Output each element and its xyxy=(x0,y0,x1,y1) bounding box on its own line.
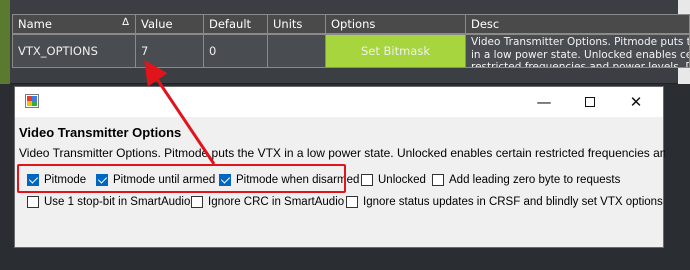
param-units-cell xyxy=(268,34,326,68)
checkbox-leading-zero-byte-label: Add leading zero byte to requests xyxy=(449,174,621,186)
checkbox-unlocked[interactable]: Unlocked xyxy=(361,174,426,186)
checkbox-unlocked-label: Unlocked xyxy=(378,174,426,186)
column-header-value-label: Value xyxy=(141,17,173,31)
checkbox-leading-zero-byte[interactable]: Add leading zero byte to requests xyxy=(432,174,620,186)
checkbox-one-stop-bit-box[interactable] xyxy=(27,196,39,208)
column-header-value[interactable]: Value xyxy=(136,14,204,34)
minimize-button[interactable]: — xyxy=(521,87,567,117)
checkbox-ignore-crsf-status-label: Ignore status updates in CRSF and blindl… xyxy=(363,196,663,208)
sort-icon: ∆ xyxy=(122,17,129,28)
close-icon: ✕ xyxy=(629,93,643,111)
set-bitmask-label: Set Bitmask xyxy=(360,44,431,58)
annotation-highlight-box xyxy=(17,164,346,193)
checkbox-ignore-crsf-status-box[interactable] xyxy=(346,196,358,208)
param-default: 0 xyxy=(209,44,217,58)
dialog-titlebar[interactable]: — ✕ xyxy=(15,87,663,117)
param-value: 7 xyxy=(141,44,149,58)
minimize-icon: — xyxy=(536,93,552,111)
checkbox-leading-zero-byte-box[interactable] xyxy=(432,174,444,186)
column-header-options[interactable]: Options xyxy=(326,14,466,34)
checkbox-unlocked-box[interactable] xyxy=(361,174,373,186)
param-default-cell: 0 xyxy=(204,34,268,68)
checkbox-ignore-crc-label: Ignore CRC in SmartAudio xyxy=(208,196,345,208)
param-desc-cell: Video Transmitter Options. Pitmode puts … xyxy=(466,34,690,68)
param-value-cell[interactable]: 7 xyxy=(136,34,204,68)
column-header-name[interactable]: Name ∆ xyxy=(12,14,136,34)
grid-header: Name ∆ Value Default Units Options Desc xyxy=(12,14,690,34)
checkbox-ignore-crsf-status[interactable]: Ignore status updates in CRSF and blindl… xyxy=(346,196,663,208)
param-name-cell: VTX_OPTIONS xyxy=(12,34,136,68)
dialog-description: Video Transmitter Options. Pitmode puts … xyxy=(19,146,665,160)
maximize-button[interactable] xyxy=(567,87,613,117)
checkbox-one-stop-bit[interactable]: Use 1 stop-bit in SmartAudio xyxy=(27,196,190,208)
left-edge-strip xyxy=(0,0,10,84)
column-header-units-label: Units xyxy=(273,17,303,31)
param-desc: Video Transmitter Options. Pitmode puts … xyxy=(471,36,689,68)
param-name: VTX_OPTIONS xyxy=(18,44,98,58)
parameter-grid: Name ∆ Value Default Units Options Desc … xyxy=(0,0,690,84)
column-header-default-label: Default xyxy=(209,17,252,31)
checkbox-one-stop-bit-label: Use 1 stop-bit in SmartAudio xyxy=(44,196,191,208)
set-bitmask-button[interactable]: Set Bitmask xyxy=(326,34,466,68)
checkbox-ignore-crc-box[interactable] xyxy=(191,196,203,208)
column-header-desc[interactable]: Desc xyxy=(466,14,690,34)
checkbox-ignore-crc[interactable]: Ignore CRC in SmartAudio xyxy=(191,196,344,208)
column-header-options-label: Options xyxy=(331,17,376,31)
column-header-units[interactable]: Units xyxy=(268,14,326,34)
app-window-icon xyxy=(25,94,39,108)
dialog-heading: Video Transmitter Options xyxy=(19,125,182,140)
table-row[interactable]: VTX_OPTIONS 7 0 Set Bitmask Video Transm… xyxy=(12,34,690,68)
column-header-name-label: Name xyxy=(18,17,52,31)
column-header-default[interactable]: Default xyxy=(204,14,268,34)
maximize-icon xyxy=(585,97,595,107)
close-button[interactable]: ✕ xyxy=(613,87,659,117)
column-header-desc-label: Desc xyxy=(471,17,500,31)
